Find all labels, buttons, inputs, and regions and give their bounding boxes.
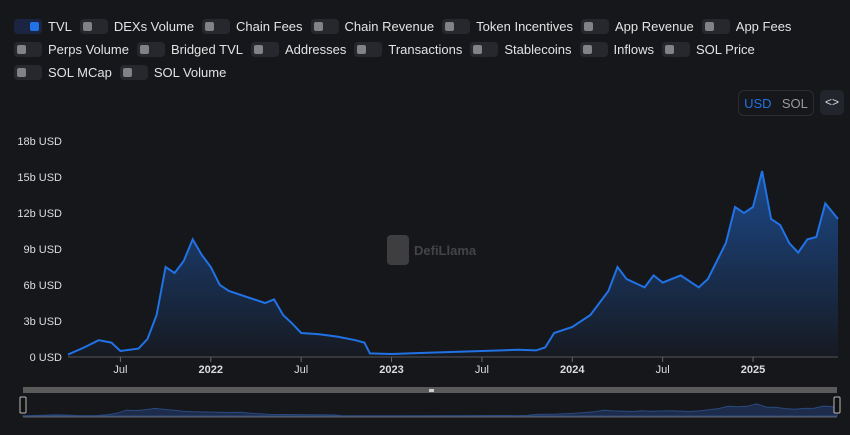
x-tick-label: 2024 — [560, 364, 585, 376]
y-tick-label: 0 USD — [30, 352, 62, 364]
y-tick-label: 6b USD — [23, 280, 62, 292]
defillama-watermark: DefiLlama — [387, 235, 477, 265]
y-tick-label: 15b USD — [17, 172, 62, 184]
x-tick-label: 2025 — [741, 364, 765, 376]
x-tick-label: 2023 — [379, 364, 403, 376]
slider-handle-right[interactable] — [833, 396, 841, 414]
y-tick-label: 12b USD — [17, 208, 62, 220]
tvl-area — [68, 171, 838, 357]
x-tick-label: Jul — [475, 364, 489, 376]
x-tick-label: Jul — [113, 364, 127, 376]
y-tick-label: 9b USD — [23, 244, 62, 256]
slider-grip[interactable] — [429, 389, 434, 392]
svg-text:DefiLlama: DefiLlama — [414, 243, 477, 258]
range-slider[interactable] — [19, 387, 841, 418]
x-tick-label: Jul — [294, 364, 308, 376]
y-tick-label: 18b USD — [17, 136, 62, 148]
x-tick-label: Jul — [656, 364, 670, 376]
minimap-area — [22, 403, 838, 417]
x-tick-label: 2022 — [199, 364, 223, 376]
slider-handle-left[interactable] — [19, 396, 27, 414]
tvl-chart: DefiLlama 0 USD 3b USD 6b USD 9b USD 12b USD… — [17, 136, 841, 418]
y-tick-label: 3b USD — [23, 316, 62, 328]
